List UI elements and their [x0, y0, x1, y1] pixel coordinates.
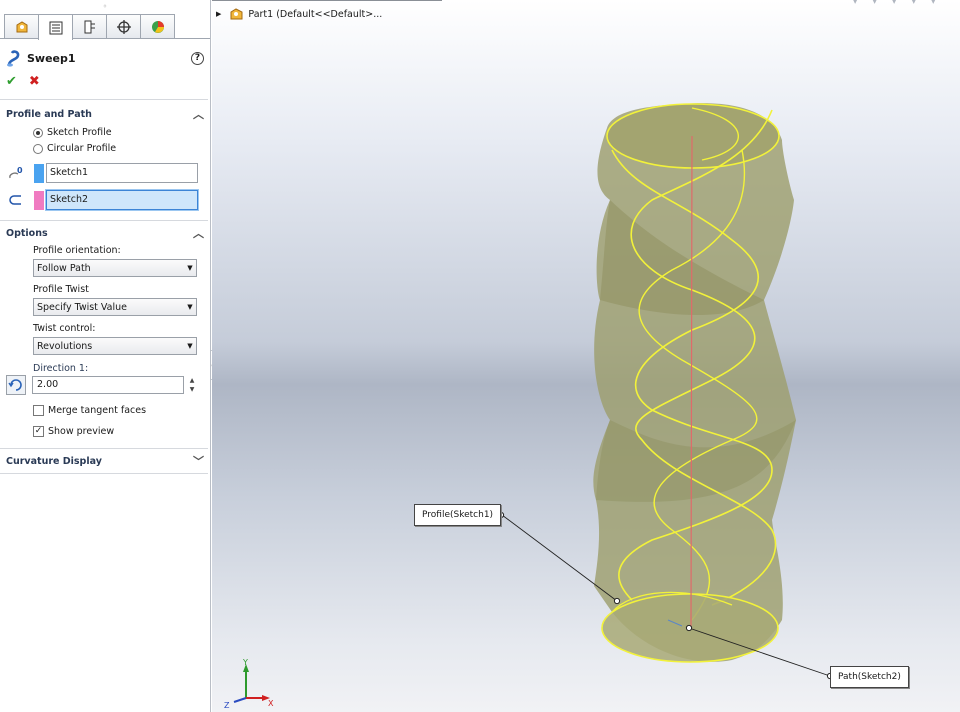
view-triad: Y X Z	[224, 658, 274, 710]
expand-chevron-icon[interactable]: ﹀	[193, 453, 204, 469]
top-edge	[606, 103, 780, 169]
path-callout[interactable]: Path(Sketch2)	[830, 666, 909, 688]
direction-spin-row: 2.00 ▲ ▼	[6, 375, 198, 395]
checkbox-checked[interactable]: ✓	[33, 426, 44, 437]
section-curvature-display[interactable]: Curvature Display ﹀	[0, 451, 210, 471]
section-profile-and-path[interactable]: Profile and Path ︿	[0, 104, 210, 124]
feature-title-row: Sweep1 ?	[6, 48, 204, 68]
dropdown-arrow-icon[interactable]: ▼	[184, 342, 196, 350]
profile-icon: 0	[8, 165, 26, 181]
property-manager: ◦ Sweep1 ? ✔ ✖ Profile and Path ︿ Sketch	[0, 0, 211, 712]
profile-orientation-label: Profile orientation:	[33, 245, 121, 256]
sweep-icon	[7, 50, 20, 67]
feature-name: Sweep1	[27, 51, 76, 65]
dropdown-value: Follow Path	[37, 262, 91, 274]
crosshair-icon	[116, 19, 131, 34]
ok-button[interactable]: ✔	[6, 74, 17, 89]
sweep-preview-scene: Y X Z	[224, 103, 834, 710]
direction-label: Direction 1:	[33, 363, 89, 374]
path-selection-box[interactable]: Sketch2	[46, 190, 198, 210]
sketch-profile-radio[interactable]: Sketch Profile	[33, 127, 112, 138]
direction-value-input[interactable]: 2.00	[32, 376, 184, 394]
tab-dimxpert-manager[interactable]	[106, 14, 141, 38]
radio-label: Sketch Profile	[47, 127, 112, 138]
tab-property-manager[interactable]	[38, 14, 73, 40]
radio-button[interactable]	[33, 143, 43, 154]
tab-configuration-manager[interactable]	[72, 14, 107, 38]
dropdown-arrow-icon[interactable]: ▼	[184, 264, 196, 272]
panel-grip-top[interactable]: ◦	[0, 0, 210, 14]
reverse-direction-icon[interactable]	[6, 375, 26, 395]
profile-twist-dropdown[interactable]: Specify Twist Value ▼	[33, 298, 197, 316]
path-icon	[8, 192, 26, 208]
spin-up-icon[interactable]: ▲	[186, 376, 198, 385]
profile-selection-row: 0 Sketch1	[8, 163, 198, 183]
axis-y-label: Y	[242, 658, 248, 667]
help-icon[interactable]: ?	[191, 51, 204, 65]
section-title: Profile and Path	[6, 108, 92, 120]
axis-x-label: X	[268, 699, 274, 708]
radio-label: Circular Profile	[47, 143, 117, 154]
graphics-area[interactable]: ▾▾▾▾▾ ▶ Part1 (Default<<Default>... Y X …	[212, 0, 960, 712]
merge-tangent-checkbox[interactable]: Merge tangent faces	[33, 405, 146, 416]
spin-arrows[interactable]: ▲ ▼	[186, 376, 198, 394]
twist-control-dropdown[interactable]: Revolutions ▼	[33, 337, 197, 355]
section-options[interactable]: Options ︿	[0, 223, 210, 243]
path-color-swatch	[34, 190, 44, 210]
feature-tree-icon	[16, 20, 27, 32]
dropdown-value: Specify Twist Value	[37, 301, 128, 313]
profile-callout[interactable]: Profile(Sketch1)	[414, 504, 502, 526]
tab-display-manager[interactable]	[140, 14, 175, 38]
svg-text:0: 0	[17, 166, 23, 175]
tab-feature-manager[interactable]	[4, 14, 39, 38]
collapse-chevron-icon[interactable]: ︿	[193, 225, 204, 241]
circular-profile-radio[interactable]: Circular Profile	[33, 143, 116, 154]
dropdown-value: Revolutions	[37, 340, 93, 352]
sweep-body	[593, 103, 796, 662]
section-title: Options	[6, 227, 48, 239]
checkbox-label: Merge tangent faces	[48, 405, 147, 416]
configuration-icon	[84, 20, 95, 33]
appearance-pie-icon	[151, 20, 164, 33]
axis-z-label: Z	[224, 701, 230, 710]
spin-down-icon[interactable]: ▼	[186, 385, 198, 394]
property-list-icon	[49, 21, 62, 34]
section-title: Curvature Display	[6, 455, 102, 467]
collapse-chevron-icon[interactable]: ︿	[193, 106, 204, 122]
twist-control-label: Twist control:	[33, 323, 96, 334]
profile-selection-box[interactable]: Sketch1	[46, 163, 198, 183]
ok-cancel-group: ✔ ✖	[6, 74, 40, 89]
profile-twist-label: Profile Twist	[33, 284, 89, 295]
dropdown-arrow-icon[interactable]: ▼	[184, 303, 196, 311]
cancel-button[interactable]: ✖	[29, 74, 40, 89]
path-selection-row: Sketch2	[8, 190, 198, 210]
profile-color-swatch	[34, 163, 44, 183]
checkbox-unchecked[interactable]	[33, 405, 44, 416]
checkbox-label: Show preview	[48, 426, 115, 437]
show-preview-checkbox[interactable]: ✓ Show preview	[33, 426, 114, 437]
profile-orientation-dropdown[interactable]: Follow Path ▼	[33, 259, 197, 277]
radio-button-selected[interactable]	[33, 127, 43, 138]
